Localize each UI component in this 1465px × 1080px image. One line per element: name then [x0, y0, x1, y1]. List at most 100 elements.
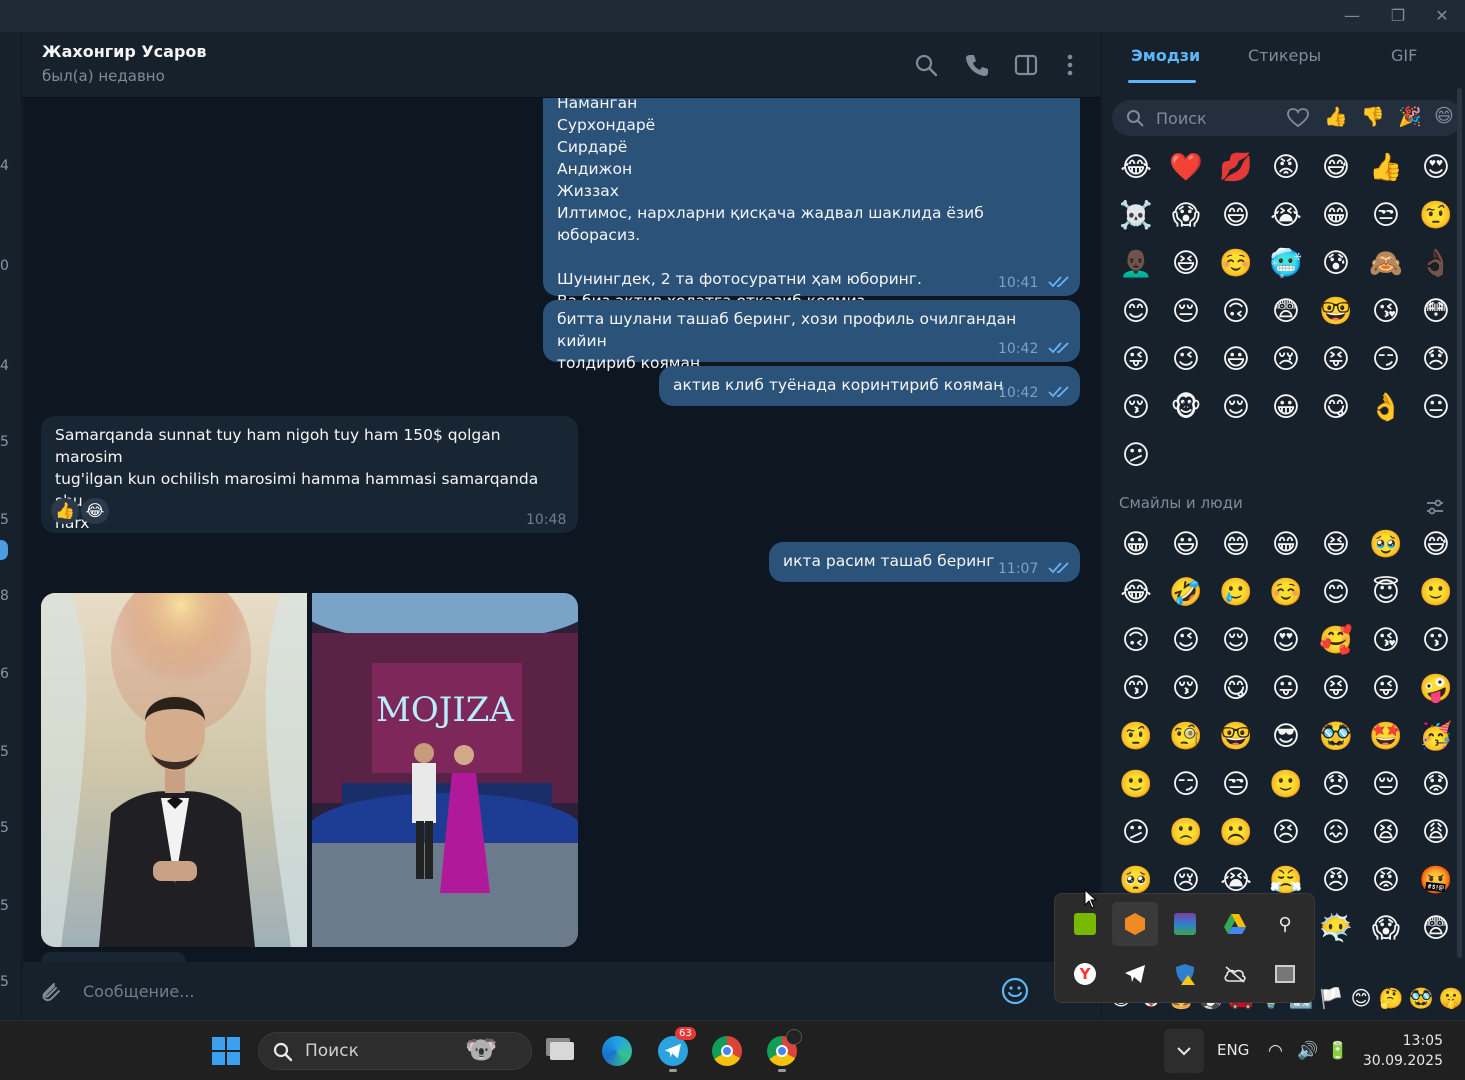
- emoji-item[interactable]: 🙂: [1418, 575, 1454, 611]
- winrar-icon[interactable]: [1162, 902, 1208, 946]
- message-bubble-outgoing[interactable]: Наманган Сурхондарё Сирдарё Андижон Жизз…: [543, 98, 1080, 310]
- emoji-item[interactable]: 😁: [1318, 198, 1354, 234]
- volume-icon[interactable]: 🔊: [1297, 1041, 1318, 1061]
- emoji-item[interactable]: 🥳: [1418, 719, 1454, 755]
- yandex-icon[interactable]: Y: [1062, 952, 1108, 996]
- emoji-category-item[interactable]: 🥸: [1406, 980, 1436, 1016]
- emoji-item[interactable]: 🤩: [1368, 719, 1404, 755]
- clock[interactable]: 13:05 30.09.2025: [1363, 1031, 1443, 1071]
- emoji-item[interactable]: 😞: [1418, 342, 1454, 378]
- phone-icon[interactable]: [964, 52, 990, 78]
- emoji-item[interactable]: 👨🏿‍🦲: [1118, 246, 1154, 282]
- emoji-item[interactable]: 😱: [1368, 911, 1404, 947]
- emoji-item[interactable]: 🤓: [1218, 719, 1254, 755]
- emoji-category-item[interactable]: 🤫: [1436, 980, 1465, 1016]
- orange-app-icon[interactable]: [1112, 902, 1158, 946]
- emoji-item[interactable]: 😀: [1118, 527, 1154, 563]
- emoji-item[interactable]: 😟: [1418, 767, 1454, 803]
- emoji-category-item[interactable]: 🏳️: [1316, 980, 1346, 1016]
- chat-header[interactable]: Жахонгир Усаров был(а) недавно: [23, 32, 1100, 98]
- tab-stickers[interactable]: Стикеры: [1248, 46, 1321, 65]
- emoji-item[interactable]: 😝: [1318, 342, 1354, 378]
- emoji-item[interactable]: 😨: [1268, 294, 1304, 330]
- emoji-item[interactable]: 😕: [1118, 815, 1154, 851]
- emoji-item[interactable]: 😫: [1368, 815, 1404, 851]
- emoji-item[interactable]: ☠️: [1118, 198, 1154, 234]
- emoji-item[interactable]: 😊: [1118, 294, 1154, 330]
- reaction-thumbs-up[interactable]: 👍: [51, 498, 79, 524]
- emoji-item[interactable]: 🐵: [1168, 390, 1204, 426]
- emoji-item[interactable]: 😜: [1118, 342, 1154, 378]
- emoji-item[interactable]: 😘: [1368, 623, 1404, 659]
- emoji-item[interactable]: 🤨: [1118, 719, 1154, 755]
- emoji-item[interactable]: 😔: [1368, 767, 1404, 803]
- emoji-item[interactable]: 😇: [1368, 575, 1404, 611]
- emoji-item[interactable]: 🙃: [1218, 294, 1254, 330]
- emoji-item[interactable]: ☺️: [1218, 246, 1254, 282]
- paperclip-icon[interactable]: [37, 978, 63, 1004]
- google-drive-icon[interactable]: [1212, 902, 1258, 946]
- emoji-item[interactable]: 🥹: [1368, 527, 1404, 563]
- emoji-item[interactable]: 😗: [1418, 623, 1454, 659]
- emoji-item[interactable]: ☹️: [1218, 815, 1254, 851]
- close-icon[interactable]: ✕: [1419, 0, 1465, 32]
- emoji-item[interactable]: 🤓: [1318, 294, 1354, 330]
- emoji-item[interactable]: 🙂: [1118, 767, 1154, 803]
- minimize-icon[interactable]: —: [1329, 0, 1375, 32]
- chat-title[interactable]: Жахонгир Усаров: [42, 42, 207, 61]
- emoji-item[interactable]: 💋: [1218, 150, 1254, 186]
- emoji-item[interactable]: 🤪: [1418, 671, 1454, 707]
- emoji-item[interactable]: 😆: [1168, 246, 1204, 282]
- sidebar-toggle-icon[interactable]: [1013, 52, 1039, 78]
- emoji-item[interactable]: 🙈: [1368, 246, 1404, 282]
- emoji-item[interactable]: 😭: [1268, 198, 1304, 234]
- emoji-item[interactable]: 😚: [1118, 390, 1154, 426]
- emoji-item[interactable]: 😂: [1118, 150, 1154, 186]
- emoji-item[interactable]: 🥶: [1268, 246, 1304, 282]
- emoji-item[interactable]: 😛: [1268, 671, 1304, 707]
- emoji-item[interactable]: ❤️: [1168, 150, 1204, 186]
- tab-gif[interactable]: GIF: [1391, 46, 1417, 65]
- emoji-item[interactable]: 😡: [1268, 150, 1304, 186]
- composer[interactable]: [23, 962, 1100, 1020]
- emoji-item[interactable]: 😁: [1268, 527, 1304, 563]
- emoji-item[interactable]: 😚: [1168, 671, 1204, 707]
- reactions[interactable]: 👍 😂: [51, 498, 109, 524]
- emoji-item[interactable]: 😱: [1168, 198, 1204, 234]
- emoji-item[interactable]: 😒: [1368, 198, 1404, 234]
- emoji-item[interactable]: 🙃: [1118, 623, 1154, 659]
- emoji-item[interactable]: 🥸: [1318, 719, 1354, 755]
- show-hidden-icons-button[interactable]: [1164, 1029, 1204, 1073]
- emoji-item[interactable]: 😒: [1218, 767, 1254, 803]
- edge-icon[interactable]: [597, 1031, 637, 1071]
- photo-man-in-tuxedo[interactable]: [41, 593, 307, 947]
- emoji-item[interactable]: 😃: [1218, 342, 1254, 378]
- tab-emoji[interactable]: Эмодзи: [1131, 46, 1200, 65]
- input-language[interactable]: ENG: [1217, 1041, 1249, 1059]
- emoji-item[interactable]: 😍: [1418, 150, 1454, 186]
- emoji-item[interactable]: 😜: [1368, 671, 1404, 707]
- emoji-item[interactable]: 🤣: [1168, 575, 1204, 611]
- emoji-item[interactable]: ☺️: [1268, 575, 1304, 611]
- emoji-item[interactable]: 😏: [1368, 342, 1404, 378]
- chrome-icon[interactable]: [707, 1031, 747, 1071]
- emoji-item[interactable]: 😋: [1318, 390, 1354, 426]
- emoji-item[interactable]: 🧐: [1168, 719, 1204, 755]
- onedrive-offline-icon[interactable]: [1212, 952, 1258, 996]
- emoji-item[interactable]: 😝: [1318, 671, 1354, 707]
- emoji-item[interactable]: 😠: [1318, 863, 1354, 899]
- emoji-item[interactable]: 😣: [1268, 815, 1304, 851]
- battery-icon[interactable]: 🔋: [1327, 1041, 1348, 1061]
- emoji-item[interactable]: 🤨: [1418, 198, 1454, 234]
- emoji-item[interactable]: 😳: [1418, 294, 1454, 330]
- emoji-item[interactable]: 😋: [1218, 671, 1254, 707]
- chrome-profile-icon[interactable]: [762, 1029, 802, 1072]
- monitor-icon[interactable]: [1262, 952, 1308, 996]
- message-bubble-outgoing[interactable]: икта расим ташаб беринг 11:07: [769, 542, 1080, 582]
- emoji-item[interactable]: 😙: [1118, 671, 1154, 707]
- emoji-item[interactable]: 👌: [1368, 390, 1404, 426]
- photo-couple-at-venue[interactable]: MOJIZA: [312, 593, 578, 947]
- emoji-item[interactable]: 😌: [1218, 390, 1254, 426]
- emoji-item[interactable]: 👍: [1368, 150, 1404, 186]
- emoji-item[interactable]: 😞: [1318, 767, 1354, 803]
